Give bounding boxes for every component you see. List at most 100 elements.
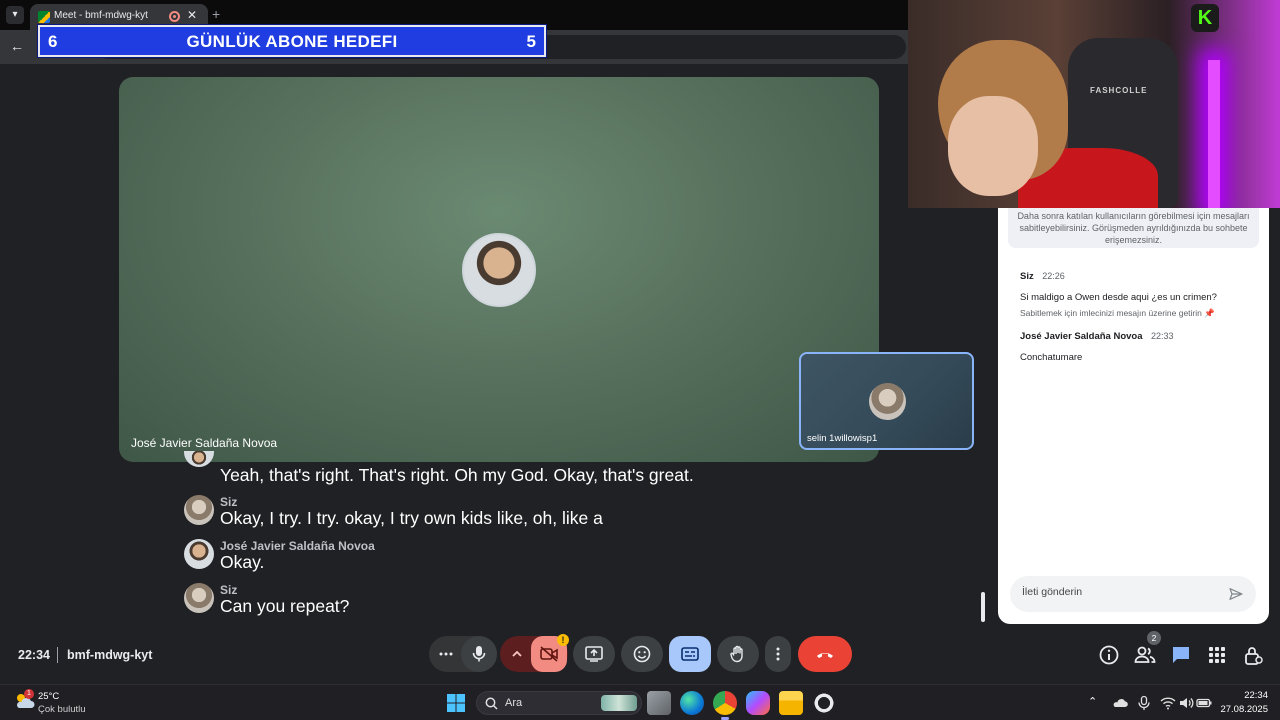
chat-time: 22:33 — [1150, 331, 1174, 341]
caption-entry: Siz Can you repeat? — [184, 583, 884, 627]
microphone-icon — [472, 646, 486, 662]
hand-icon — [730, 645, 743, 663]
activities-icon[interactable] — [1206, 644, 1228, 666]
self-video-tile[interactable]: selin 1willowisp1 — [799, 352, 974, 450]
caption-entry: Yeah, that's right. That's right. Oh my … — [184, 451, 884, 495]
microphone-tray-icon[interactable] — [1136, 695, 1152, 711]
chat-message[interactable]: José Javier Saldaña Novoa 22:33 Conchatu… — [1020, 326, 1260, 363]
chat-pin-hint-text: Sabitlemek için imlecinizi mesajın üzeri… — [1020, 308, 1202, 318]
tab-close-icon[interactable]: ✕ — [187, 8, 197, 22]
screen: ▾ Meet - bmf-mdwg-kyt ✕ + ← 6 GÜNLÜK ABO… — [0, 0, 1280, 720]
goal-target-count: 5 — [526, 32, 536, 51]
tab-search-button[interactable]: ▾ — [6, 6, 24, 24]
taskbar-search[interactable]: Ara — [476, 691, 642, 715]
closed-captions-icon — [681, 647, 699, 661]
subscriber-goal-banner: 6 GÜNLÜK ABONE HEDEFI 5 — [37, 24, 547, 58]
audio-options-button[interactable] — [431, 636, 461, 672]
volume-icon[interactable] — [1178, 695, 1194, 711]
chat-input-container — [1010, 576, 1256, 612]
caption-speaker: Siz — [220, 583, 238, 597]
divider — [57, 647, 58, 663]
chat-body: Conchatumare — [1020, 352, 1083, 363]
task-view-icon[interactable] — [647, 691, 671, 715]
camera-warning-badge: ! — [557, 634, 569, 646]
weather-description[interactable]: Çok bulutlu — [38, 704, 86, 715]
tray-overflow-chevron-icon[interactable]: ⌃ — [1088, 695, 1104, 711]
present-screen-button[interactable] — [573, 636, 615, 672]
people-count-badge: 2 — [1147, 631, 1161, 645]
meeting-code: bmf-mdwg-kyt — [67, 648, 153, 662]
live-captions: Yeah, that's right. That's right. Oh my … — [184, 451, 884, 627]
caption-text: Can you repeat? — [220, 596, 350, 616]
captions-button[interactable] — [669, 636, 711, 672]
face — [948, 96, 1038, 196]
send-icon[interactable] — [1228, 586, 1244, 602]
video-off-icon — [540, 646, 558, 662]
file-explorer-icon[interactable] — [779, 691, 803, 715]
chat-message-header: Siz 22:26 — [1020, 266, 1260, 284]
copilot-icon[interactable] — [746, 691, 770, 715]
obs-studio-icon[interactable] — [812, 691, 836, 715]
microphone-button[interactable] — [461, 636, 497, 672]
chat-icon[interactable] — [1170, 644, 1192, 666]
chair-brand: FASHCOLLE — [1090, 86, 1148, 95]
caption-text: Yeah, that's right. That's right. Oh my … — [220, 465, 694, 485]
taskbar-clock-date[interactable]: 27.08.2025 — [1220, 704, 1268, 715]
main-video-tile[interactable]: José Javier Saldaña Novoa — [119, 77, 879, 462]
raise-hand-button[interactable] — [717, 636, 759, 672]
google-meet-favicon-icon — [38, 11, 50, 23]
search-highlight-image — [601, 695, 637, 711]
windows-taskbar: 1 25°C Çok bulutlu Ara ⌃ 22:34 27.08.202… — [0, 684, 1280, 720]
streamer-webcam: FASHCOLLE K — [908, 0, 1280, 208]
search-label: Ara — [505, 697, 523, 709]
more-options-button[interactable] — [765, 636, 791, 672]
caption-text: Okay, I try. I try. okay, I try own kids… — [220, 508, 603, 528]
weather-temperature[interactable]: 25°C — [38, 691, 59, 702]
new-tab-button[interactable]: + — [212, 6, 220, 22]
more-horizontal-icon — [439, 652, 453, 656]
chat-message-header: José Javier Saldaña Novoa 22:33 — [1020, 326, 1260, 344]
leave-call-button[interactable] — [798, 636, 852, 672]
participant-avatar — [462, 233, 536, 307]
meeting-info-icon[interactable] — [1098, 644, 1120, 666]
rgb-light — [1208, 60, 1220, 208]
chat-panel: Daha sonra katılan kullanıcıların görebi… — [998, 208, 1269, 624]
captions-scrollbar[interactable] — [981, 592, 985, 622]
back-arrow-icon[interactable]: ← — [10, 38, 24, 54]
wifi-icon[interactable] — [1160, 695, 1176, 711]
chat-body: Si maldigo a Owen desde aqui ¿es un crim… — [1020, 292, 1217, 303]
tab-title: Meet - bmf-mdwg-kyt — [54, 10, 148, 21]
self-avatar — [869, 383, 906, 420]
people-icon[interactable] — [1134, 644, 1156, 666]
main-participant-name: José Javier Saldaña Novoa — [131, 436, 278, 450]
meet-control-bar: 22:34 bmf-mdwg-kyt ! 2 — [0, 630, 1280, 684]
edge-browser-icon[interactable] — [680, 691, 704, 715]
onedrive-cloud-icon[interactable] — [1112, 695, 1128, 711]
caption-entry: Siz Okay, I try. I try. okay, I try own … — [184, 495, 884, 539]
chat-notice: Daha sonra katılan kullanıcıların görebi… — [1008, 208, 1259, 248]
caption-text: Okay. — [220, 552, 265, 572]
weather-badge: 1 — [24, 689, 34, 699]
taskbar-clock-time[interactable]: 22:34 — [1244, 690, 1268, 701]
kick-logo-icon: K — [1191, 4, 1219, 32]
camera-options-button[interactable] — [502, 636, 532, 672]
chevron-up-icon — [512, 651, 522, 657]
self-participant-name: selin 1willowisp1 — [807, 433, 878, 444]
chat-sender: José Javier Saldaña Novoa — [1020, 331, 1143, 342]
caption-avatar — [184, 495, 214, 525]
meeting-clock: 22:34 — [18, 648, 50, 662]
caption-avatar — [184, 539, 214, 569]
chat-message[interactable]: Siz 22:26 Si maldigo a Owen desde aqui ¿… — [1020, 266, 1260, 319]
windows-start-icon[interactable] — [447, 694, 465, 712]
present-icon — [585, 646, 603, 662]
caption-avatar — [184, 451, 214, 467]
reactions-button[interactable] — [621, 636, 663, 672]
emoji-icon — [633, 645, 651, 663]
chat-message-input[interactable] — [1022, 586, 1212, 598]
pin-icon: 📌 — [1204, 308, 1215, 318]
battery-icon[interactable] — [1196, 695, 1212, 711]
chrome-browser-icon[interactable] — [713, 691, 737, 720]
host-controls-lock-icon[interactable] — [1242, 644, 1264, 666]
goal-title: GÜNLÜK ABONE HEDEFI — [186, 32, 398, 51]
recording-indicator-icon — [169, 11, 180, 22]
